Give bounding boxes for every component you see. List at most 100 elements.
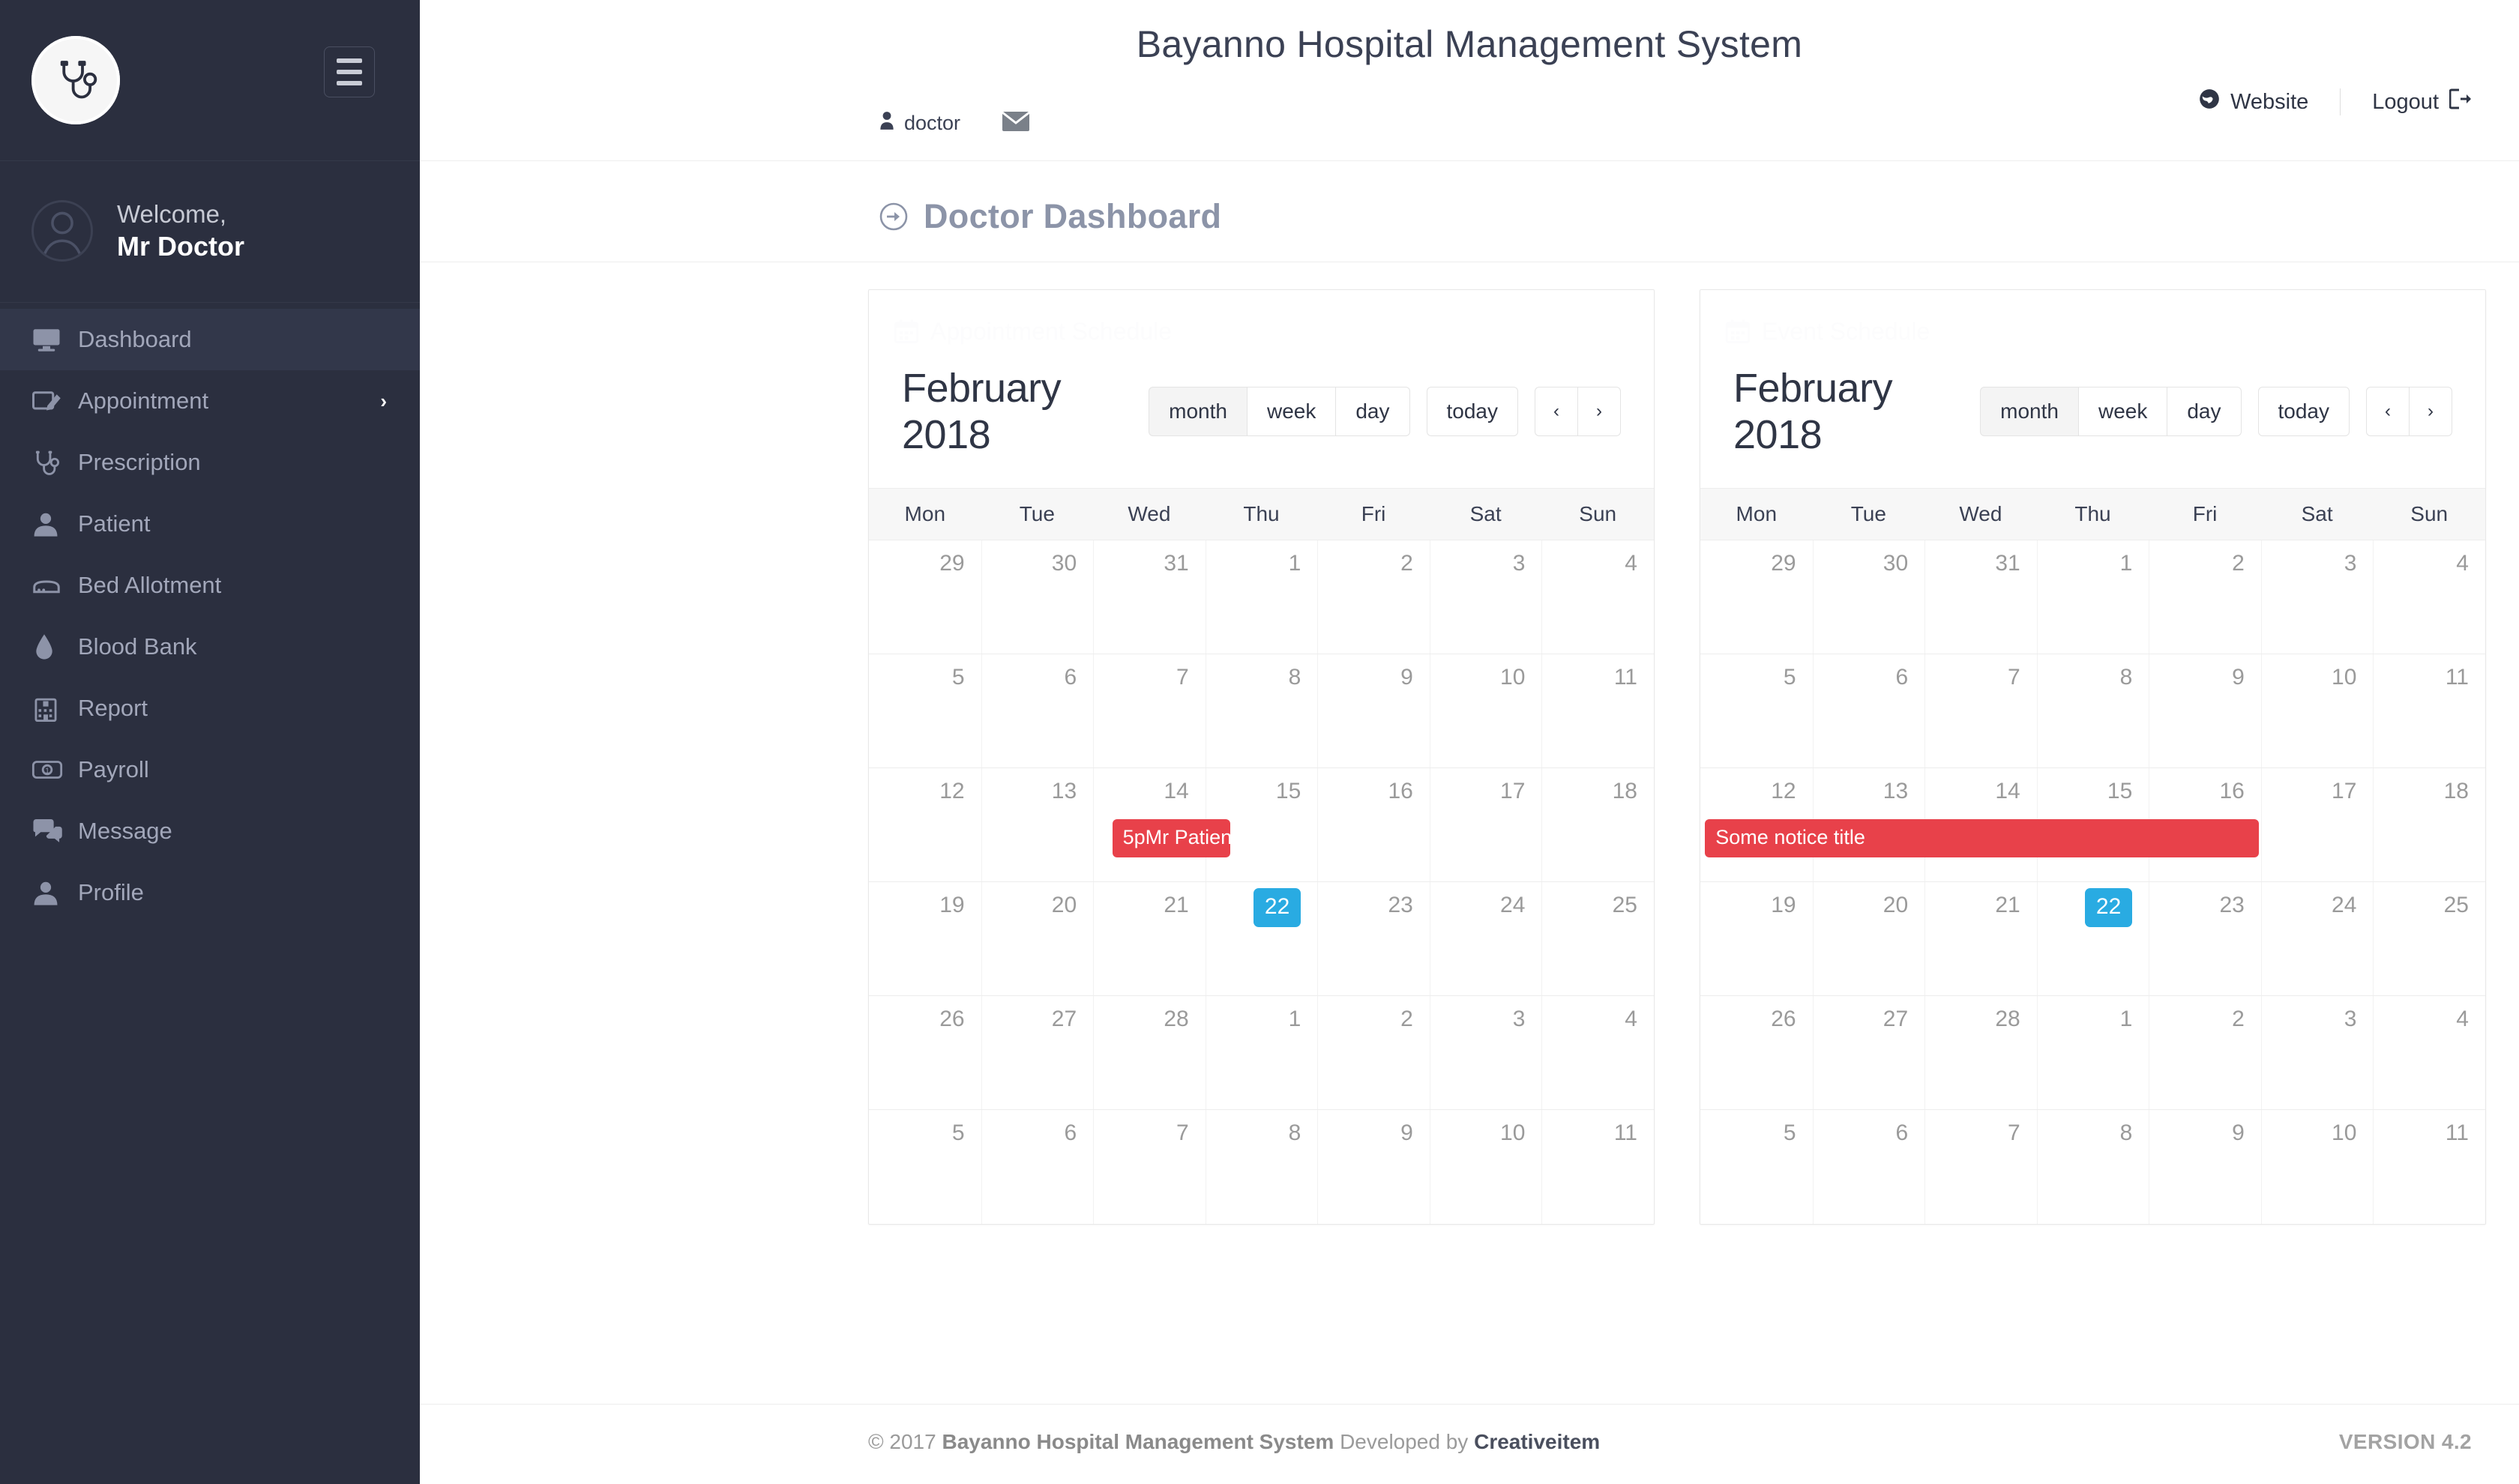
calendar-day-cell[interactable]: 29 (1700, 540, 1813, 654)
calendar-day-cell[interactable]: 1 (2036, 540, 2149, 654)
calendar-day-cell[interactable]: 10 (2260, 654, 2374, 767)
calendar-day-cell[interactable]: 24 (1429, 882, 1542, 995)
sidebar-item-message[interactable]: Message (0, 800, 420, 862)
calendar-day-cell[interactable]: 26 (1700, 996, 1813, 1109)
calendar-day-cell[interactable]: 3 (2260, 996, 2374, 1109)
calendar-day-cell[interactable]: 29 (869, 540, 981, 654)
calendar-day-cell[interactable]: 8 (1205, 654, 1318, 767)
calendar-day-cell[interactable]: 23 (1317, 882, 1430, 995)
calendar-day-cell[interactable]: 2 (1317, 996, 1430, 1109)
calendar-day-cell[interactable]: 8 (2036, 654, 2149, 767)
calendar-day-cell[interactable]: 20 (981, 882, 1094, 995)
calendar-day-cell[interactable]: 4 (1541, 540, 1654, 654)
sidebar-item-appointment[interactable]: Appointment › (0, 370, 420, 432)
calendar-day-cell[interactable]: 7 (1093, 1110, 1206, 1224)
calendar-day-cell[interactable]: 11 (2373, 654, 2485, 767)
calendar-day-cell[interactable]: 6 (981, 1110, 1094, 1224)
stethoscope-logo-icon[interactable] (31, 36, 120, 124)
calendar-event[interactable]: Some notice title (1705, 819, 2260, 857)
calendar-day-cell[interactable]: 10 (2260, 1110, 2374, 1224)
sidebar-item-prescription[interactable]: Prescription (0, 432, 420, 493)
calendar-day-cell[interactable]: 24 (2260, 882, 2374, 995)
calendar-day-cell[interactable]: 30 (981, 540, 1094, 654)
calendar-day-cell[interactable]: 19 (1700, 882, 1813, 995)
calendar-day-cell[interactable]: 1 (1205, 540, 1318, 654)
calendar-day-cell[interactable]: 9 (1317, 1110, 1430, 1224)
footer-developer-link[interactable]: Creativeitem (1474, 1430, 1600, 1453)
calendar-day-cell[interactable]: 5 (1700, 654, 1813, 767)
calendar-day-cell[interactable]: 4 (2373, 540, 2485, 654)
calendar-prev-button[interactable]: ‹ (2366, 387, 2410, 436)
calendar-day-cell[interactable]: 22 (1205, 882, 1318, 995)
calendar-next-button[interactable]: › (1578, 387, 1621, 436)
calendar-day-cell[interactable]: 13 (981, 768, 1094, 881)
calendar-day-cell[interactable]: 10 (1429, 1110, 1542, 1224)
calendar-day-cell[interactable]: 2 (2149, 540, 2261, 654)
calendar-day-cell[interactable]: 27 (1812, 996, 1925, 1109)
calendar-day-cell[interactable]: 12 (869, 768, 981, 881)
calendar-day-cell[interactable]: 20 (1812, 882, 1925, 995)
calendar-day-cell[interactable]: 4 (1541, 996, 1654, 1109)
calendar-view-month-button[interactable]: month (1980, 387, 2079, 436)
calendar-day-cell[interactable]: 30 (1812, 540, 1925, 654)
calendar-day-cell[interactable]: 3 (1429, 996, 1542, 1109)
website-link[interactable]: Website (2199, 88, 2308, 115)
calendar-today-button[interactable]: today (1426, 387, 1518, 436)
calendar-next-button[interactable]: › (2410, 387, 2452, 436)
calendar-day-cell[interactable]: 31 (1093, 540, 1206, 654)
calendar-day-cell[interactable]: 7 (1093, 654, 1206, 767)
calendar-day-cell[interactable]: 7 (1924, 1110, 2037, 1224)
calendar-day-cell[interactable]: 4 (2373, 996, 2485, 1109)
calendar-day-cell[interactable]: 18 (2373, 768, 2485, 881)
sidebar-item-blood-bank[interactable]: Blood Bank (0, 616, 420, 678)
calendar-day-cell[interactable]: 26 (869, 996, 981, 1109)
envelope-icon[interactable] (1002, 111, 1030, 136)
calendar-day-cell[interactable]: 11 (2373, 1110, 2485, 1224)
calendar-day-cell[interactable]: 9 (1317, 654, 1430, 767)
calendar-day-cell[interactable]: 28 (1924, 996, 2037, 1109)
calendar-day-cell[interactable]: 6 (1812, 654, 1925, 767)
sidebar-item-profile[interactable]: Profile (0, 862, 420, 923)
hamburger-menu-button[interactable] (324, 46, 375, 97)
calendar-day-cell[interactable]: 17 (1429, 768, 1542, 881)
calendar-day-cell[interactable]: 11 (1541, 654, 1654, 767)
calendar-prev-button[interactable]: ‹ (1535, 387, 1578, 436)
calendar-day-cell[interactable]: 9 (2149, 1110, 2261, 1224)
sidebar-item-patient[interactable]: Patient (0, 493, 420, 555)
calendar-day-cell[interactable]: 27 (981, 996, 1094, 1109)
logout-link[interactable]: Logout (2372, 88, 2472, 115)
calendar-day-cell[interactable]: 21 (1924, 882, 2037, 995)
sidebar-item-dashboard[interactable]: Dashboard (0, 309, 420, 371)
calendar-view-week-button[interactable]: week (1247, 387, 1337, 436)
sidebar-item-report[interactable]: Report (0, 678, 420, 739)
calendar-day-cell[interactable]: 31 (1924, 540, 2037, 654)
calendar-day-cell[interactable]: 25 (1541, 882, 1654, 995)
calendar-day-cell[interactable]: 7 (1924, 654, 2037, 767)
calendar-day-cell[interactable]: 3 (1429, 540, 1542, 654)
calendar-day-cell[interactable]: 6 (981, 654, 1094, 767)
calendar-view-day-button[interactable]: day (1336, 387, 1410, 436)
calendar-day-cell[interactable]: 3 (2260, 540, 2374, 654)
calendar-day-cell[interactable]: 18 (1541, 768, 1654, 881)
calendar-day-cell[interactable]: 9 (2149, 654, 2261, 767)
calendar-day-cell[interactable]: 6 (1812, 1110, 1925, 1224)
calendar-day-cell[interactable]: 21 (1093, 882, 1206, 995)
calendar-day-cell[interactable]: 5 (869, 654, 981, 767)
sidebar-item-payroll[interactable]: 1 Payroll (0, 739, 420, 800)
calendar-day-cell[interactable]: 25 (2373, 882, 2485, 995)
calendar-day-cell[interactable]: 28 (1093, 996, 1206, 1109)
calendar-day-cell[interactable]: 11 (1541, 1110, 1654, 1224)
sidebar-item-bed-allotment[interactable]: Bed Allotment (0, 555, 420, 616)
calendar-day-cell[interactable]: 23 (2149, 882, 2261, 995)
calendar-view-month-button[interactable]: month (1149, 387, 1248, 436)
calendar-day-cell[interactable]: 5 (869, 1110, 981, 1224)
calendar-day-cell[interactable]: 10 (1429, 654, 1542, 767)
calendar-day-cell[interactable]: 2 (1317, 540, 1430, 654)
calendar-day-cell[interactable]: 1 (2036, 996, 2149, 1109)
user-role-chip[interactable]: doctor (879, 111, 960, 136)
calendar-day-cell[interactable]: 1 (1205, 996, 1318, 1109)
calendar-event[interactable]: 5pMr Patient (1112, 819, 1230, 857)
calendar-day-cell[interactable]: 5 (1700, 1110, 1813, 1224)
calendar-view-week-button[interactable]: week (2078, 387, 2168, 436)
calendar-day-cell[interactable]: 19 (869, 882, 981, 995)
